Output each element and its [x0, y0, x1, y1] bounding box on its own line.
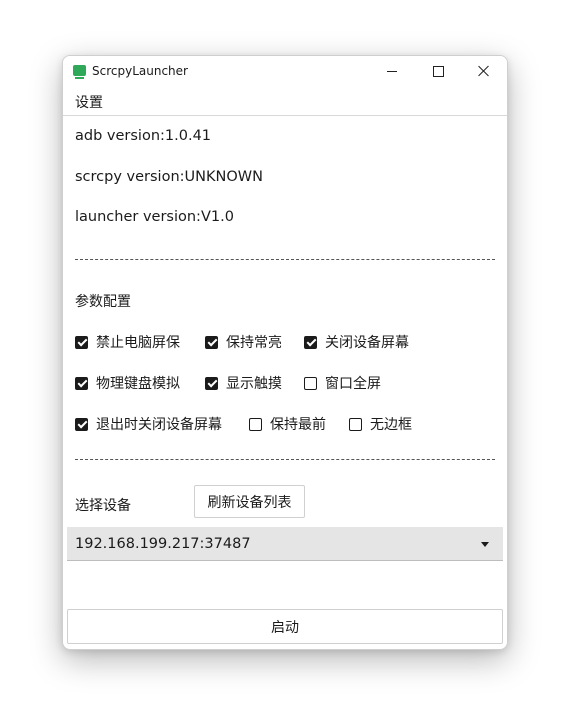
- checkbox-label: 保持最前: [270, 417, 326, 433]
- checkbox-stay-awake[interactable]: 保持常亮: [205, 332, 282, 352]
- checkbox-label: 无边框: [370, 417, 412, 433]
- checkbox-label: 物理键盘模拟: [96, 376, 180, 392]
- checkbox-box[interactable]: [249, 417, 262, 431]
- minimize-button[interactable]: [369, 56, 415, 86]
- checkbox-box[interactable]: [304, 376, 317, 390]
- checkbox-label: 保持常亮: [226, 335, 282, 351]
- checkbox-box[interactable]: [75, 417, 88, 431]
- device-select-value: 192.168.199.217:37487: [75, 535, 251, 552]
- checkbox-box[interactable]: [304, 335, 317, 349]
- maximize-icon: [432, 65, 444, 77]
- checkbox-label: 退出时关闭设备屏幕: [96, 417, 222, 433]
- checkbox-box[interactable]: [349, 417, 362, 431]
- close-icon: [478, 65, 490, 77]
- maximize-button[interactable]: [415, 56, 461, 86]
- menu-settings[interactable]: 设置: [75, 92, 103, 112]
- minimize-icon: [387, 70, 397, 72]
- checkbox-box[interactable]: [75, 335, 88, 349]
- checkbox-show-touches[interactable]: 显示触摸: [205, 373, 282, 393]
- checkbox-power-off-on-close[interactable]: 退出时关闭设备屏幕: [75, 414, 222, 434]
- checkbox-disable-screensaver[interactable]: 禁止电脑屏保: [75, 332, 180, 352]
- checkbox-label: 窗口全屏: [325, 376, 381, 392]
- title-bar[interactable]: ScrcpyLauncher: [63, 56, 507, 86]
- menu-bar: 设置: [63, 86, 507, 116]
- select-device-label: 选择设备: [75, 498, 131, 514]
- start-button[interactable]: 启动: [67, 609, 503, 644]
- app-window: ScrcpyLauncher 设置 adb version:1.0.41 scr…: [62, 55, 508, 650]
- app-monitor-icon: [73, 65, 86, 79]
- checkbox-label: 禁止电脑屏保: [96, 335, 180, 351]
- checkbox-label: 关闭设备屏幕: [325, 335, 409, 351]
- params-title: 参数配置: [75, 294, 131, 310]
- checkbox-box[interactable]: [205, 335, 218, 349]
- checkbox-fullscreen[interactable]: 窗口全屏: [304, 373, 381, 393]
- launcher-version-text: launcher version:V1.0: [75, 209, 234, 225]
- checkbox-borderless[interactable]: 无边框: [349, 414, 412, 434]
- separator-top: [75, 259, 495, 261]
- checkbox-turn-screen-off[interactable]: 关闭设备屏幕: [304, 332, 409, 352]
- separator-bottom: [75, 459, 495, 461]
- checkbox-always-on-top[interactable]: 保持最前: [249, 414, 326, 434]
- window-title: ScrcpyLauncher: [92, 64, 188, 78]
- adb-version-text: adb version:1.0.41: [75, 128, 212, 144]
- device-select[interactable]: 192.168.199.217:37487: [67, 527, 503, 561]
- scrcpy-version-text: scrcpy version:UNKNOWN: [75, 169, 263, 185]
- checkbox-label: 显示触摸: [226, 376, 282, 392]
- chevron-down-icon: [481, 542, 489, 547]
- checkbox-box[interactable]: [75, 376, 88, 390]
- main-content: adb version:1.0.41 scrcpy version:UNKNOW…: [63, 116, 507, 649]
- checkbox-hid-keyboard[interactable]: 物理键盘模拟: [75, 373, 180, 393]
- close-button[interactable]: [461, 56, 507, 86]
- checkbox-box[interactable]: [205, 376, 218, 390]
- refresh-devices-button[interactable]: 刷新设备列表: [194, 485, 305, 518]
